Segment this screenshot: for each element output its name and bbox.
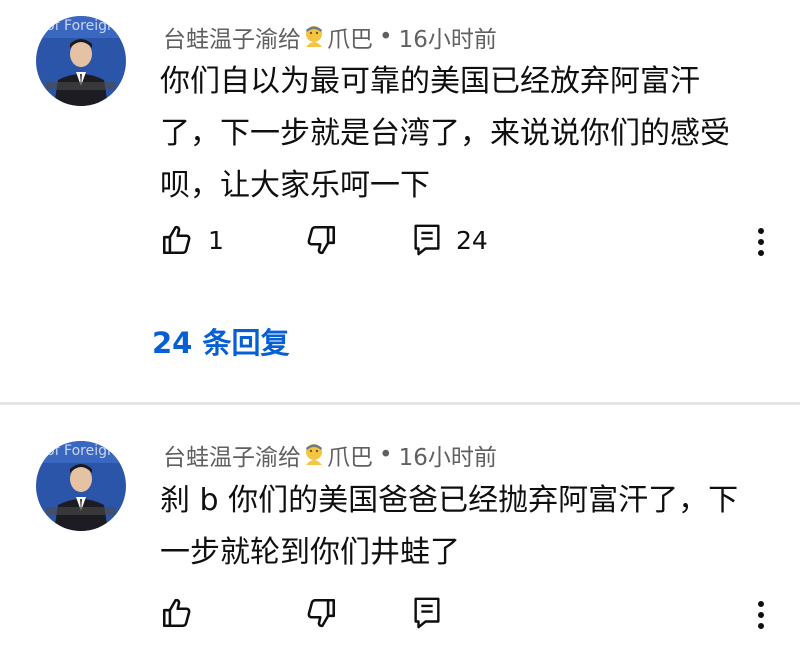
like-button[interactable] <box>160 596 194 630</box>
comment-text-line: 一步就轮到你们井蛙了 <box>160 535 460 570</box>
dislike-button[interactable] <box>304 596 338 630</box>
more-options-button[interactable] <box>748 600 774 630</box>
comment-text: 刹 b 你们的美国爸爸已经抛弃阿富汗了，下 一步就轮到你们井蛙了 <box>160 475 770 579</box>
channel-name: 爪巴 <box>327 445 373 471</box>
comment-header: 台蛙温子渝给 爪巴 • 16小时前 <box>163 438 497 472</box>
reply-button[interactable] <box>412 596 442 630</box>
comment-text-line: 刹 b 你们的美国爸爸已经抛弃阿富汗了，下 <box>160 483 739 518</box>
thumbs-up-icon <box>162 598 191 628</box>
timestamp[interactable]: 16小时前 <box>399 438 497 472</box>
author-name[interactable]: 台蛙温子渝给 <box>163 438 301 472</box>
comment-reply-icon <box>414 597 440 629</box>
separator: • <box>379 442 393 468</box>
avatar[interactable]: of Foreign <box>36 441 126 531</box>
svg-text:of Foreign: of Foreign <box>46 443 116 459</box>
member-badge-icon <box>303 443 325 467</box>
comment-feed: of Foreign 台蛙温子渝给 爪巴 • 16小时前 你们自以为最可靠的美国… <box>0 0 800 667</box>
thumbs-down-icon <box>307 598 336 628</box>
more-vert-icon <box>758 601 764 629</box>
comment-actions <box>0 588 800 638</box>
comment-item: of Foreign 台蛙温子渝给 爪巴 • <box>0 0 800 667</box>
avatar-image: of Foreign <box>36 441 126 531</box>
